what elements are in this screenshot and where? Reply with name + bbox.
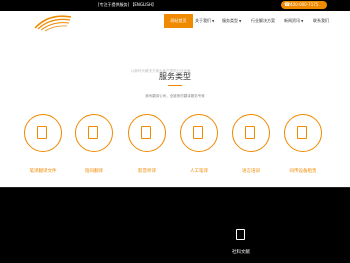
services-subtitle: 我司翻译公司，全链条的翻译服务专家 [145,94,205,98]
service-label: 同传设备租赁 [289,169,317,174]
topbar-links[interactable]: [专注于提供服务] 【ENGLISH】 [98,2,156,8]
social-label[interactable]: 社科文献 [226,249,256,255]
nav-solutions[interactable]: 行业解决方案 [251,14,275,28]
solutions-section [0,187,350,263]
service-label: 影音听译 [138,169,156,174]
service-label: 笔译翻译文件 [29,169,57,174]
service-label: 陪同翻译 [85,169,103,174]
phone-number: 400-000-7175 [290,2,319,7]
nav-contact[interactable]: 联系我们 [313,14,329,28]
document-icon [88,126,98,139]
header: 网站首页 关于我们▼ 服务类型▼ 行业解决方案 新闻资讯▼ 联系我们 [0,11,350,34]
logo[interactable] [27,11,77,33]
nav-home[interactable]: 网站首页 [164,14,193,28]
phone-badge[interactable]: ☎ 400-000-7175 [281,1,327,9]
nav-news[interactable]: 新闻资讯▼ [284,14,303,28]
chevron-down-icon: ▼ [212,19,215,23]
title-underline [168,85,182,86]
top-bar: [专注于提供服务] 【ENGLISH】 ☎ 400-000-7175 [0,0,350,11]
document-icon [245,126,255,139]
chevron-down-icon: ▼ [301,19,304,23]
document-icon [37,126,47,139]
document-icon [193,126,203,139]
document-icon [141,126,151,139]
nav-services[interactable]: 服务类型▼ [222,14,241,28]
solutions-title: 我们的行业解决方案 [131,34,203,43]
solutions-description: 以新时代解决方案为客户提供行业全面 [131,69,191,73]
document-icon [297,126,307,139]
service-label: 语言培训 [242,169,260,174]
divider [0,187,350,188]
document-icon[interactable] [236,229,245,240]
chevron-down-icon: ▼ [239,19,242,23]
nav-about[interactable]: 关于我们▼ [195,14,214,28]
service-label: 人工笔译 [190,169,208,174]
